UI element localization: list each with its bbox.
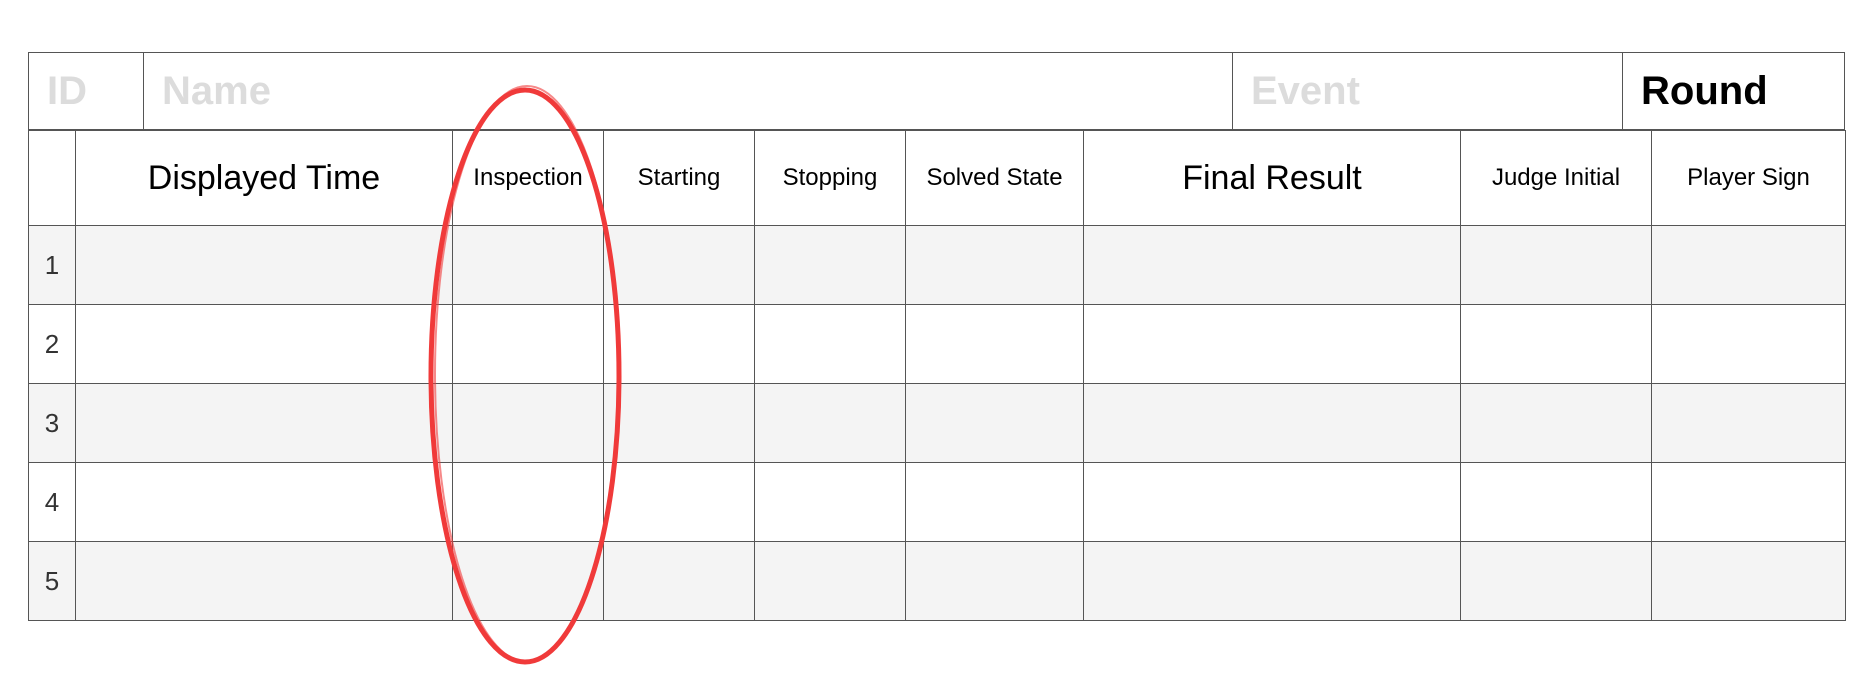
- inspection-cell[interactable]: [452, 304, 604, 384]
- inspection-cell[interactable]: [452, 225, 604, 305]
- row-number: 5: [28, 541, 76, 621]
- final-result-cell[interactable]: [1083, 225, 1461, 305]
- header-row: ID Name Event Round: [28, 52, 1845, 130]
- solved-state-cell[interactable]: [905, 383, 1084, 463]
- displayed-time-cell[interactable]: [75, 225, 453, 305]
- player-sign-cell[interactable]: [1651, 304, 1846, 384]
- row-number: 2: [28, 304, 76, 384]
- solved-state-cell[interactable]: [905, 541, 1084, 621]
- id-field[interactable]: ID: [28, 52, 144, 130]
- player-sign-cell[interactable]: [1651, 225, 1846, 305]
- stopping-cell[interactable]: [754, 304, 906, 384]
- name-field[interactable]: Name: [143, 52, 1233, 130]
- stopping-cell[interactable]: [754, 541, 906, 621]
- table-row: 4: [28, 462, 1846, 542]
- starting-cell[interactable]: [603, 541, 755, 621]
- judge-initial-cell[interactable]: [1460, 541, 1652, 621]
- event-field[interactable]: Event: [1232, 52, 1623, 130]
- displayed-time-cell[interactable]: [75, 383, 453, 463]
- judge-initial-cell[interactable]: [1460, 462, 1652, 542]
- solved-state-cell[interactable]: [905, 462, 1084, 542]
- starting-cell[interactable]: [603, 304, 755, 384]
- solved-state-cell[interactable]: [905, 225, 1084, 305]
- header-solved-state: Solved State: [905, 130, 1084, 226]
- header-final-result: Final Result: [1083, 130, 1461, 226]
- header-displayed-time: Displayed Time: [75, 130, 453, 226]
- row-number: 4: [28, 462, 76, 542]
- player-sign-cell[interactable]: [1651, 541, 1846, 621]
- final-result-cell[interactable]: [1083, 541, 1461, 621]
- displayed-time-cell[interactable]: [75, 462, 453, 542]
- judge-initial-cell[interactable]: [1460, 304, 1652, 384]
- table-row: 3: [28, 383, 1846, 463]
- final-result-cell[interactable]: [1083, 383, 1461, 463]
- round-field[interactable]: Round: [1622, 52, 1845, 130]
- player-sign-cell[interactable]: [1651, 383, 1846, 463]
- displayed-time-cell[interactable]: [75, 541, 453, 621]
- table-row: 5: [28, 541, 1846, 621]
- inspection-cell[interactable]: [452, 383, 604, 463]
- displayed-time-cell[interactable]: [75, 304, 453, 384]
- header-inspection: Inspection: [452, 130, 604, 226]
- stopping-cell[interactable]: [754, 225, 906, 305]
- player-sign-cell[interactable]: [1651, 462, 1846, 542]
- stopping-cell[interactable]: [754, 383, 906, 463]
- table-row: 2: [28, 304, 1846, 384]
- attempts-table: Displayed Time Inspection Starting Stopp…: [28, 130, 1846, 621]
- table-row: 1: [28, 225, 1846, 305]
- final-result-cell[interactable]: [1083, 462, 1461, 542]
- name-placeholder: Name: [162, 68, 271, 113]
- starting-cell[interactable]: [603, 462, 755, 542]
- header-player-sign: Player Sign: [1651, 130, 1846, 226]
- column-header-row: Displayed Time Inspection Starting Stopp…: [28, 130, 1846, 226]
- judge-initial-cell[interactable]: [1460, 225, 1652, 305]
- round-label: Round: [1641, 68, 1768, 113]
- header-starting: Starting: [603, 130, 755, 226]
- row-number: 3: [28, 383, 76, 463]
- judge-initial-cell[interactable]: [1460, 383, 1652, 463]
- row-number-header: [28, 130, 76, 226]
- final-result-cell[interactable]: [1083, 304, 1461, 384]
- starting-cell[interactable]: [603, 225, 755, 305]
- solved-state-cell[interactable]: [905, 304, 1084, 384]
- header-judge-initial: Judge Initial: [1460, 130, 1652, 226]
- stopping-cell[interactable]: [754, 462, 906, 542]
- header-stopping: Stopping: [754, 130, 906, 226]
- event-placeholder: Event: [1251, 68, 1360, 113]
- row-number: 1: [28, 225, 76, 305]
- starting-cell[interactable]: [603, 383, 755, 463]
- id-placeholder: ID: [47, 68, 87, 113]
- inspection-cell[interactable]: [452, 541, 604, 621]
- inspection-cell[interactable]: [452, 462, 604, 542]
